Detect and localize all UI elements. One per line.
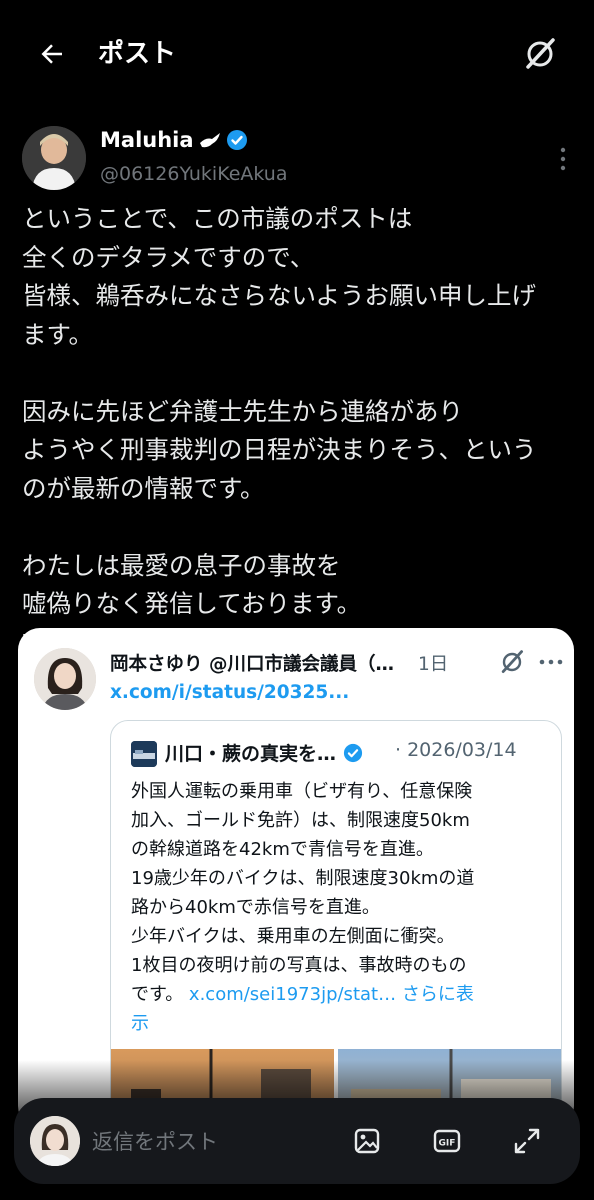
expand-icon — [514, 1128, 540, 1154]
post-paragraph: 因みに先ほど弁護士先生から連絡があり ようやく刑事裁判の日程が決まりそう、という… — [22, 396, 537, 503]
more-icon — [539, 659, 563, 665]
author-name: Maluhia — [100, 128, 194, 152]
nested-date[interactable]: · 2026/03/14 — [395, 739, 517, 761]
verified-badge-icon — [343, 743, 362, 763]
dove-icon — [199, 133, 220, 148]
image-icon — [354, 1128, 380, 1154]
quote-author-avatar[interactable] — [34, 648, 96, 710]
my-avatar[interactable] — [30, 1116, 80, 1166]
quote-link[interactable]: x.com/i/status/20325... — [110, 682, 349, 703]
grok-button[interactable] — [520, 34, 560, 74]
quote-more-button[interactable] — [536, 650, 566, 674]
quote-author-name[interactable]: 岡本さゆり @川口市議会議員（… — [110, 650, 394, 676]
nested-body: 外国人運転の乗用車（ビザ有り、任意保険 加入、ゴールド免許）は、制限速度50km… — [131, 781, 475, 1005]
page-title: ポスト — [98, 39, 177, 69]
quoted-post[interactable]: 岡本さゆり @川口市議会議員（… 1日 x.com/i/status/20325… — [18, 628, 574, 1128]
nested-author-avatar[interactable] — [131, 741, 157, 767]
image-button[interactable] — [350, 1124, 384, 1158]
post-paragraph: ということで、この市議のポストは 全くのデタラメですので、 皆様、鵜呑みになさら… — [22, 204, 537, 349]
grok-icon — [501, 650, 523, 673]
top-bar — [0, 0, 594, 105]
svg-text:GIF: GIF — [439, 1139, 456, 1149]
gif-icon: GIF — [433, 1129, 461, 1153]
nested-author-name-row[interactable]: 川口・蕨の真実を… — [165, 739, 363, 766]
back-button[interactable] — [34, 36, 70, 72]
author-handle[interactable]: @06126YukiKeAkua — [100, 163, 288, 185]
post-more-button[interactable] — [548, 144, 578, 174]
reply-input[interactable]: 返信をポスト — [92, 1126, 218, 1156]
post-text: ということで、この市議のポストは 全くのデタラメですので、 皆様、鵜呑みになさら… — [22, 200, 582, 662]
reply-bar[interactable]: 返信をポスト GIF — [14, 1098, 580, 1184]
nested-post-text: 外国人運転の乗用車（ビザ有り、任意保険 加入、ゴールド免許）は、制限速度50km… — [131, 777, 551, 1038]
nested-link[interactable]: x.com/sei1973jp/stat… — [183, 984, 396, 1005]
gif-button[interactable]: GIF — [430, 1124, 464, 1158]
grok-icon — [526, 38, 555, 69]
quote-time[interactable]: 1日 — [418, 650, 448, 676]
author-name-row[interactable]: Maluhia — [100, 128, 248, 152]
nested-author-name: 川口・蕨の真実を… — [165, 743, 337, 765]
more-icon — [560, 147, 566, 171]
quote-grok-button[interactable] — [496, 646, 528, 678]
author-avatar[interactable] — [22, 126, 86, 190]
verified-badge-icon — [226, 130, 247, 150]
back-arrow-icon — [41, 44, 62, 64]
expand-button[interactable] — [510, 1124, 544, 1158]
